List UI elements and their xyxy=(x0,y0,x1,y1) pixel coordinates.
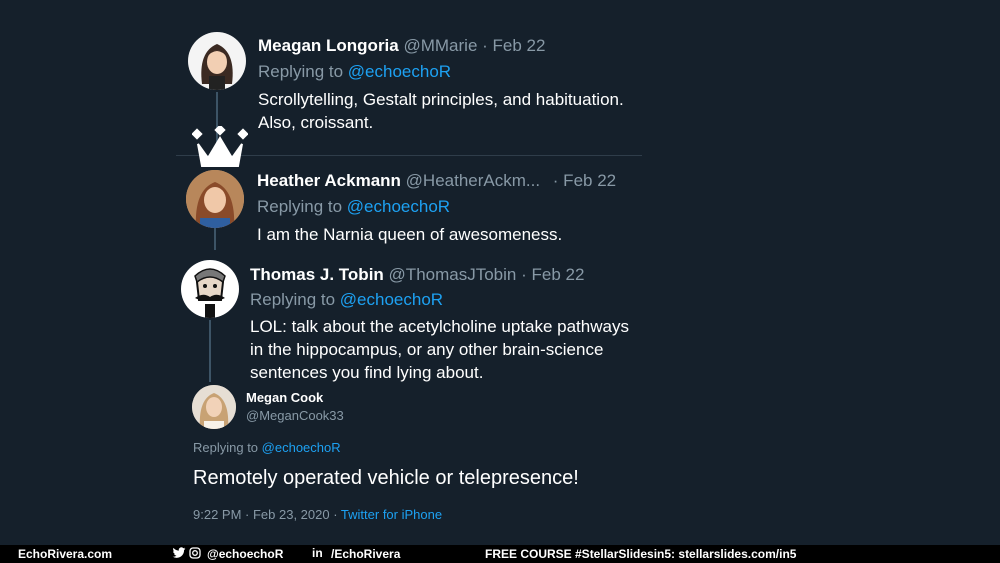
tweet-text-line: Scrollytelling, Gestalt principles, and … xyxy=(258,90,624,109)
replying-to-label: Replying to xyxy=(193,440,259,455)
tweet-timestamp[interactable]: 9:22 PM · Feb 23, 2020 · xyxy=(193,507,338,522)
author-handle[interactable]: @MMarie xyxy=(403,36,477,55)
replying-to-handle[interactable]: @echoechoR xyxy=(347,197,450,216)
replying-to-label: Replying to xyxy=(258,62,344,81)
avatar[interactable] xyxy=(188,32,246,90)
instagram-icon xyxy=(189,547,201,562)
replying-to-label: Replying to xyxy=(250,290,336,309)
tweet-text-line: LOL: talk about the acetylcholine uptake… xyxy=(250,317,629,336)
tweet-date[interactable]: · Feb 22 xyxy=(553,171,616,190)
author-handle[interactable]: @ThomasJTobin xyxy=(389,265,517,284)
tweet-text-line: I am the Narnia queen of awesomeness. xyxy=(257,225,563,244)
reply-tweet[interactable]: Thomas J. Tobin @ThomasJTobin · Feb 22 R… xyxy=(181,258,651,383)
author-name[interactable]: Megan Cook xyxy=(246,390,323,405)
tweet-source[interactable]: Twitter for iPhone xyxy=(341,507,442,522)
twitter-icon xyxy=(172,546,186,563)
replying-to-handle[interactable]: @echoechoR xyxy=(348,62,451,81)
author-handle[interactable]: @MeganCook33 xyxy=(246,408,344,423)
footer-promo[interactable]: FREE COURSE #StellarSlidesin5: stellarsl… xyxy=(485,547,796,561)
tweet-text-line: Also, croissant. xyxy=(258,113,374,132)
main-tweet[interactable]: Megan Cook @MeganCook33 Replying to @ech… xyxy=(192,383,672,528)
avatar[interactable] xyxy=(186,170,244,228)
reply-tweet[interactable]: Meagan Longoria @MMarie · Feb 22 Replyin… xyxy=(188,30,648,140)
avatar[interactable] xyxy=(192,385,236,429)
tweet-date[interactable]: · Feb 22 xyxy=(521,265,584,284)
author-name[interactable]: Meagan Longoria xyxy=(258,36,399,55)
replying-to-handle[interactable]: @echoechoR xyxy=(262,440,341,455)
tweet-text-line: in the hippocampus, or any other brain-s… xyxy=(250,340,604,359)
footer-linkedin[interactable]: /EchoRivera xyxy=(331,547,400,561)
avatar[interactable] xyxy=(181,260,239,318)
replying-to-label: Replying to xyxy=(257,197,343,216)
footer-social-handle[interactable]: @echoechoR xyxy=(207,547,283,561)
replying-to-handle[interactable]: @echoechoR xyxy=(340,290,443,309)
footer-bar: EchoRivera.com @echoechoR in /EchoRivera… xyxy=(0,545,1000,563)
linkedin-icon: in xyxy=(312,546,323,560)
footer-site[interactable]: EchoRivera.com xyxy=(18,547,112,561)
tweet-text-line: sentences you find lying about. xyxy=(250,363,484,382)
author-name[interactable]: Thomas J. Tobin xyxy=(250,265,384,284)
author-handle[interactable]: @HeatherAckm... xyxy=(406,171,540,190)
author-name[interactable]: Heather Ackmann xyxy=(257,171,401,190)
tweet-text: Remotely operated vehicle or telepresenc… xyxy=(193,467,579,489)
tweet-date[interactable]: · Feb 22 xyxy=(482,36,545,55)
reply-tweet[interactable]: Heather Ackmann @HeatherAckm... · Feb 22… xyxy=(186,166,646,256)
